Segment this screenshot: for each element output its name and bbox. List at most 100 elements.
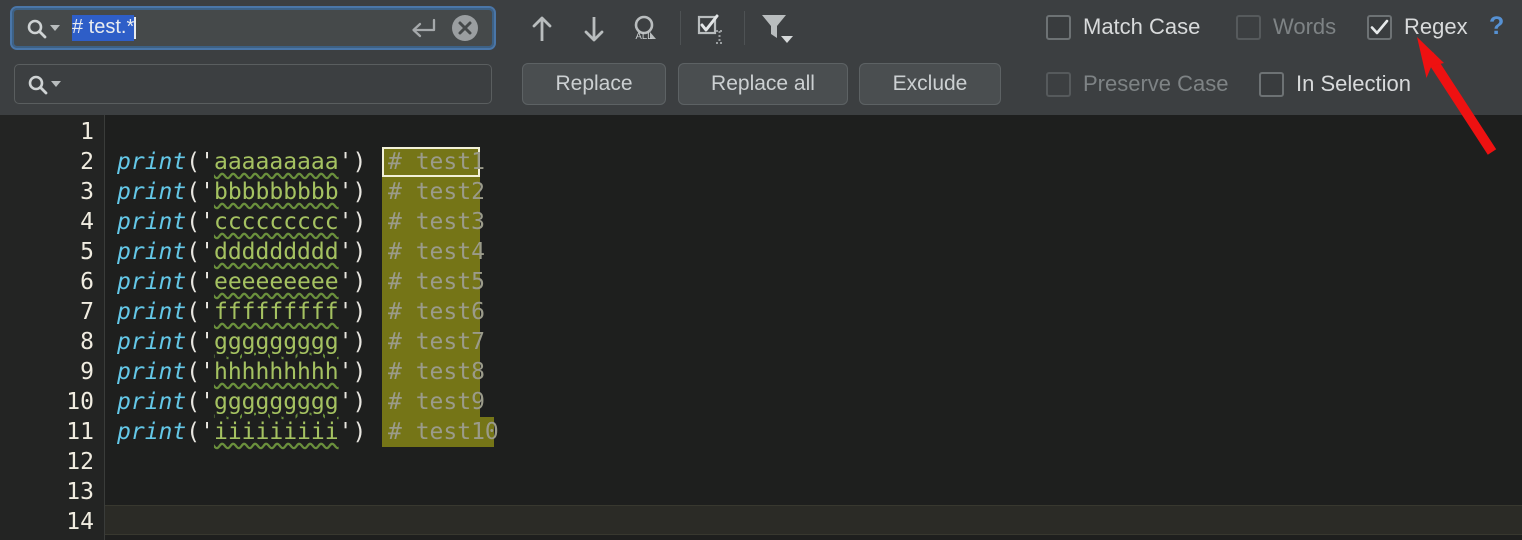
code-line: print('ggggggggg') (117, 329, 367, 355)
comment-text: # test9 (388, 389, 485, 415)
toolbar-divider-2 (744, 11, 745, 45)
line-number: 7 (80, 299, 94, 325)
line-number: 1 (80, 119, 94, 145)
exclude-button[interactable]: Exclude (859, 63, 1001, 105)
words-box (1236, 14, 1261, 40)
match-case-label: Match Case (1083, 14, 1201, 39)
filter-button[interactable] (757, 9, 797, 49)
comment-text: # test6 (388, 299, 485, 325)
line-number: 14 (66, 509, 94, 535)
line-number: 5 (80, 239, 94, 265)
code-line: print('fffffffff') (117, 299, 367, 325)
search-icon (27, 19, 47, 38)
preserve-case-label: Preserve Case (1083, 71, 1229, 96)
code-line: print('aaaaaaaaa') (117, 149, 367, 175)
in-selection-box (1259, 71, 1284, 97)
keyword-print: print (117, 209, 187, 235)
search-scope-dropdown[interactable] (14, 18, 60, 39)
text-caret (134, 17, 137, 39)
code-line: print('iiiiiiiii') (117, 419, 367, 445)
keyword-print: print (117, 419, 187, 445)
keyword-print: print (117, 269, 187, 295)
keyword-print: print (117, 299, 187, 325)
string-literal: ddddddddd (213, 239, 339, 265)
code-line: print('eeeeeeeee') (117, 269, 367, 295)
line-number: 2 (80, 149, 94, 175)
keyword-print: print (117, 359, 187, 385)
match-case-checkbox[interactable]: Match Case (1046, 14, 1200, 40)
code-line: print('hhhhhhhhh') (117, 359, 367, 385)
replace-all-button[interactable]: Replace all (678, 63, 848, 105)
filter-funnel-icon (762, 15, 793, 43)
in-selection-checkbox[interactable]: In Selection (1259, 71, 1411, 97)
code-line: print('ddddddddd') (117, 239, 367, 265)
string-literal: bbbbbbbbb (213, 179, 339, 205)
line-number-gutter: 1 2 3 4 5 6 7 8 9 10 11 12 13 14 (0, 115, 105, 540)
line-number: 11 (66, 419, 94, 445)
clear-circle-x-icon[interactable] (451, 14, 479, 42)
string-literal: hhhhhhhhh (213, 359, 339, 385)
keyword-print: print (117, 179, 187, 205)
string-literal: iiiiiiiii (213, 419, 339, 445)
find-replace-screen: # test.* ALL Match Case Words Regex ? Re… (0, 0, 1522, 540)
words-checkbox: Words (1236, 14, 1336, 40)
comment-text: # test2 (388, 179, 485, 205)
code-content[interactable]: print('aaaaaaaaa') # test1 print('bbbbbb… (105, 115, 1522, 540)
match-case-box (1046, 14, 1071, 40)
chevron-down-icon (50, 25, 60, 31)
find-all-occurrences-icon: ALL (634, 15, 656, 42)
comment-text: # test7 (388, 329, 485, 355)
string-literal: fffffffff (213, 299, 339, 325)
line-number: 12 (66, 449, 94, 475)
chevron-down-icon (51, 81, 61, 87)
replace-scope-dropdown[interactable] (15, 74, 61, 95)
search-input[interactable]: # test.* (10, 6, 496, 50)
keyword-print: print (117, 149, 187, 175)
toolbar-divider-1 (680, 11, 681, 45)
line-number: 6 (80, 269, 94, 295)
find-replace-panel: # test.* ALL Match Case Words Regex ? Re… (0, 0, 1522, 115)
keyword-print: print (117, 239, 187, 265)
find-row: # test.* ALL Match Case Words Regex ? (0, 0, 1522, 57)
replace-button[interactable]: Replace (522, 63, 666, 105)
comment-text: # test4 (388, 239, 485, 265)
regex-label: Regex (1404, 14, 1468, 39)
line-number: 4 (80, 209, 94, 235)
search-input-text: # test.* (72, 15, 407, 41)
search-input-value: # test.* (72, 15, 135, 41)
arrow-up-icon (532, 16, 552, 41)
string-literal: eeeeeeeee (213, 269, 339, 295)
comment-text: # test1 (388, 149, 485, 175)
keyword-print: print (117, 329, 187, 355)
string-literal: ggggggggg (213, 389, 339, 415)
line-number: 8 (80, 329, 94, 355)
return-arrow-icon[interactable] (407, 16, 437, 40)
code-line: print('bbbbbbbbb') (117, 179, 367, 205)
help-button[interactable]: ? (1489, 12, 1504, 41)
line-number: 3 (80, 179, 94, 205)
check-icon (1370, 19, 1389, 34)
regex-checkbox[interactable]: Regex (1367, 14, 1468, 40)
comment-text: # test8 (388, 359, 485, 385)
comment-text: # test3 (388, 209, 485, 235)
svg-text:ALL: ALL (636, 31, 653, 42)
keyword-print: print (117, 389, 187, 415)
regex-box (1367, 14, 1392, 40)
comment-text: # test10 (388, 419, 499, 445)
line-number: 10 (66, 389, 94, 415)
code-editor[interactable]: 1 2 3 4 5 6 7 8 9 10 11 12 13 14 print('… (0, 115, 1522, 540)
comment-text: # test5 (388, 269, 485, 295)
code-line: print('ccccccccc') (117, 209, 367, 235)
code-line: print('ggggggggg') (117, 389, 367, 415)
find-all-occurrences-button[interactable]: ALL (626, 9, 666, 49)
find-previous-button[interactable] (522, 9, 562, 49)
select-all-occurrences-button[interactable] (692, 9, 732, 49)
preserve-case-checkbox: Preserve Case (1046, 71, 1229, 97)
search-field-icons (407, 14, 492, 42)
in-selection-label: In Selection (1296, 71, 1411, 96)
string-literal: ccccccccc (213, 209, 339, 235)
string-literal: ggggggggg (213, 329, 339, 355)
preserve-case-box (1046, 71, 1071, 97)
replace-input[interactable] (14, 64, 492, 104)
find-next-button[interactable] (574, 9, 614, 49)
